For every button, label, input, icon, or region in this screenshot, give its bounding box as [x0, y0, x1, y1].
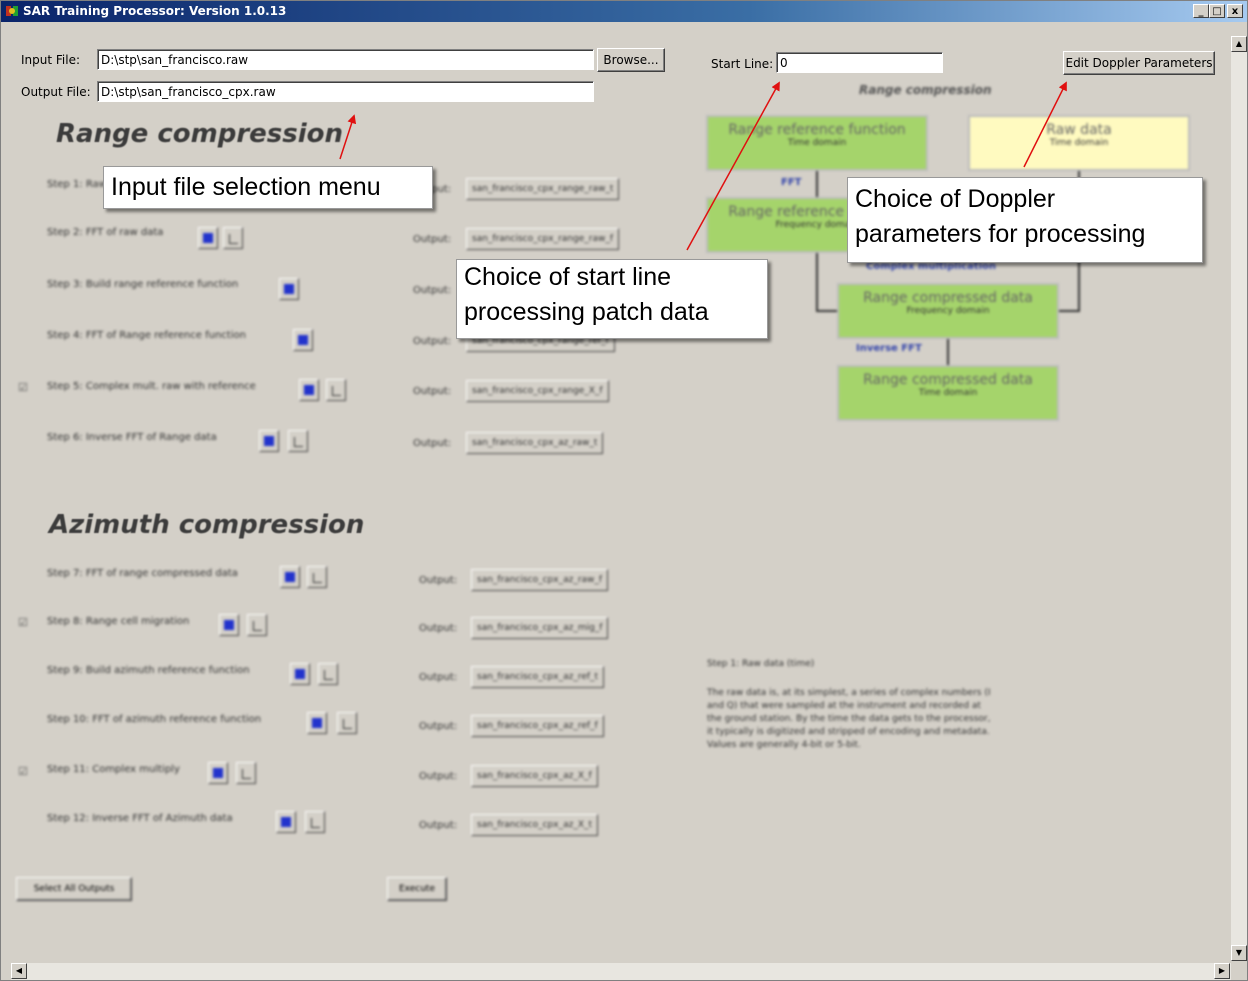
scroll-down-icon[interactable]: ▼	[1231, 945, 1247, 961]
scroll-right-icon[interactable]: ▶	[1214, 963, 1230, 979]
app-window: SAR Training Processor: Version 1.0.13 _…	[0, 0, 1248, 981]
scroll-left-icon[interactable]: ◀	[11, 963, 27, 979]
scroll-up-icon[interactable]: ▲	[1231, 36, 1247, 52]
horizontal-scrollbar[interactable]: ◀ ▶	[11, 963, 1231, 980]
annotation-arrows	[339, 81, 1067, 251]
vertical-scrollbar[interactable]: ▲ ▼	[1231, 36, 1247, 961]
